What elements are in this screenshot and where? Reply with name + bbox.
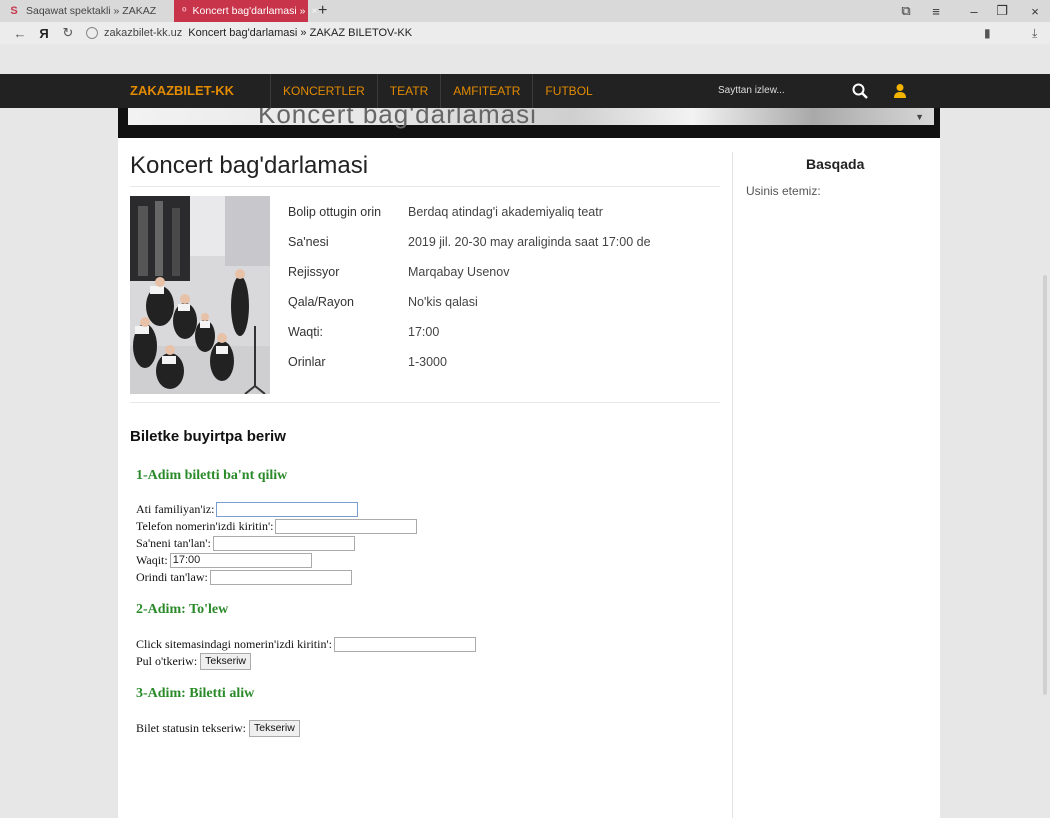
phone-row: Telefon nomerin'izdi kiritin':: [136, 518, 418, 534]
url-host: zakazbilet-kk.uz: [104, 27, 183, 39]
search-icon[interactable]: [852, 83, 868, 99]
main-content: Koncert bag'darlamasi Bolip ottugin orin…: [118, 138, 940, 818]
menu-item-teatr[interactable]: TEATR: [376, 74, 440, 108]
sidebar-title: Basqada: [806, 156, 865, 172]
event-details: Bolip ottugin orin Berdaq atindag'i akad…: [288, 202, 651, 382]
detail-row: Qala/Rayon No'kis qalasi: [288, 292, 651, 322]
step2-title: 2-Adim: To'lew: [136, 602, 229, 617]
tab-label: Koncert bag'darlamasi »: [192, 5, 306, 17]
time-input[interactable]: [169, 552, 312, 568]
tab-koncert-active[interactable]: ᵒ Koncert bag'darlamasi » ×: [174, 0, 318, 22]
page-title: Koncert bag'darlamasi: [130, 152, 369, 179]
detail-value: 1-3000: [408, 355, 447, 369]
new-tab-icon[interactable]: +: [318, 2, 327, 20]
phone-input[interactable]: [275, 518, 418, 534]
reload-icon[interactable]: ↻: [56, 25, 80, 41]
detail-row: Sa'nesi 2019 jil. 20-30 may araliginda s…: [288, 232, 651, 262]
site-favicon-icon: S: [10, 5, 18, 17]
seat-input[interactable]: [209, 569, 352, 585]
pay-label: Pul o'tkeriw:: [136, 653, 198, 668]
phone-label: Telefon nomerin'izdi kiritin':: [136, 518, 274, 533]
search-input[interactable]: Sayttan izlew...: [718, 74, 785, 108]
step3-title: 3-Adim: Biletti aliw: [136, 686, 255, 701]
address-bar: ← Я ↻ zakazbilet-kk.uz Koncert bag'darla…: [0, 22, 1050, 44]
time-label: Waqit:: [136, 552, 168, 567]
seat-row: Orindi tan'law:: [136, 569, 352, 585]
site-logo[interactable]: ZAKAZBILET-KK: [130, 74, 234, 108]
detail-key: Waqti:: [288, 325, 323, 339]
name-row: Ati familiyan'iz:: [136, 501, 359, 517]
tab-saqawat[interactable]: S Saqawat spektakli » ZAKAZ: [0, 0, 168, 22]
status-check-button[interactable]: Tekseriw: [249, 719, 300, 737]
detail-value: Marqabay Usenov: [408, 265, 510, 279]
banner: Koncert bag'darlamasi ▼: [118, 108, 940, 138]
chevron-down-icon[interactable]: ▼: [915, 112, 924, 122]
restore-icon[interactable]: ❐: [987, 0, 1017, 22]
detail-row: Bolip ottugin orin Berdaq atindag'i akad…: [288, 202, 651, 232]
bookmark-icon[interactable]: ▮: [984, 22, 991, 44]
detail-key: Qala/Rayon: [288, 295, 355, 309]
detail-key: Sa'nesi: [288, 235, 329, 249]
tabs-overview-icon[interactable]: ⧉: [891, 0, 921, 22]
yandex-logo-icon[interactable]: Я: [32, 26, 56, 41]
date-row: Sa'neni tan'lan':: [136, 535, 355, 551]
status-label: Bilet statusin tekseriw:: [136, 720, 246, 735]
site-favicon-icon: ᵒ: [182, 5, 187, 17]
date-input[interactable]: [212, 535, 355, 551]
name-input[interactable]: [216, 501, 359, 517]
sidebar-text: Usinis etemiz:: [746, 184, 821, 198]
menu-item-futbol[interactable]: FUTBOL: [532, 74, 604, 108]
detail-value: 17:00: [408, 325, 440, 339]
page-scrollbar[interactable]: [1043, 275, 1047, 695]
detail-row: Waqti: 17:00: [288, 322, 651, 352]
detail-key: Bolip ottugin orin: [288, 205, 382, 219]
close-window-icon[interactable]: ×: [1020, 0, 1050, 22]
click-row: Click sitemasindagi nomerin'izdi kiritin…: [136, 636, 476, 652]
detail-value: 2019 jil. 20-30 may araliginda saat 17:0…: [408, 235, 651, 249]
back-icon[interactable]: ←: [8, 26, 32, 41]
divider: [130, 402, 720, 403]
download-icon[interactable]: ⤓: [1032, 22, 1037, 44]
tab-close-icon[interactable]: ×: [311, 5, 317, 17]
click-label: Click sitemasindagi nomerin'izdi kiritin…: [136, 636, 332, 651]
detail-row: Orinlar 1-3000: [288, 352, 651, 382]
main-menu: KONCERTLER TEATR AMFITEATR FUTBOL: [270, 74, 605, 108]
menu-item-amfiteatr[interactable]: AMFITEATR: [440, 74, 532, 108]
pay-row: Pul o'tkeriw: Tekseriw: [136, 652, 252, 670]
minimize-icon[interactable]: –: [959, 0, 989, 22]
tab-label: Saqawat spektakli » ZAKAZ: [26, 5, 157, 17]
site-navbar: ZAKAZBILET-KK KONCERTLER TEATR AMFITEATR…: [0, 74, 1050, 108]
banner-title: Koncert bag'darlamasi: [258, 108, 537, 129]
order-section-title: Biletke buyirtpa beriw: [130, 428, 286, 445]
status-row: Bilet statusin tekseriw: Tekseriw: [136, 719, 300, 737]
user-icon[interactable]: [893, 83, 907, 99]
pay-check-button[interactable]: Tekseriw: [200, 652, 252, 670]
detail-key: Rejissyor: [288, 265, 340, 279]
menu-icon[interactable]: ≡: [921, 0, 951, 22]
date-label: Sa'neni tan'lan':: [136, 535, 211, 550]
detail-value: Berdaq atindag'i akademiyaliq teatr: [408, 205, 603, 219]
url-field[interactable]: zakazbilet-kk.uz Koncert bag'darlamasi »…: [86, 27, 412, 39]
name-label: Ati familiyan'iz:: [136, 501, 215, 516]
seat-label: Orindi tan'law:: [136, 569, 208, 584]
globe-icon: [86, 27, 98, 39]
time-row: Waqit:: [136, 552, 312, 568]
column-divider: [732, 152, 733, 818]
url-page-title: Koncert bag'darlamasi » ZAKAZ BILETOV-KK: [188, 27, 413, 39]
event-photo: [130, 196, 270, 394]
detail-key: Orinlar: [288, 355, 326, 369]
detail-value: No'kis qalasi: [408, 295, 478, 309]
click-number-input[interactable]: [333, 636, 476, 652]
divider: [130, 186, 720, 187]
menu-item-koncertler[interactable]: KONCERTLER: [270, 74, 377, 108]
detail-row: Rejissyor Marqabay Usenov: [288, 262, 651, 292]
step1-title: 1-Adim biletti ba'nt qiliw: [136, 468, 288, 483]
